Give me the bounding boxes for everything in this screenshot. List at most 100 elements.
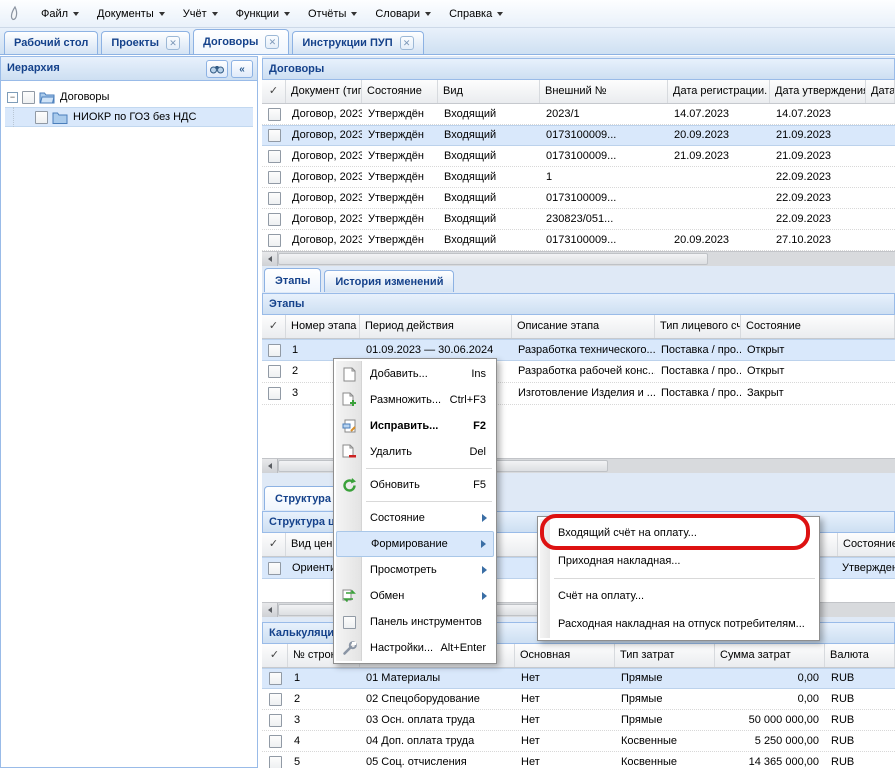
- submenu-item-outgoing-note[interactable]: Расходная накладная на отпуск потребител…: [540, 610, 817, 638]
- col-currency[interactable]: Валюта: [825, 644, 895, 667]
- row-checkbox[interactable]: [268, 562, 281, 575]
- scroll-left-icon[interactable]: [262, 252, 278, 266]
- col-cost-type[interactable]: Тип затрат: [615, 644, 715, 667]
- col-external-number[interactable]: Внешний №: [540, 80, 668, 103]
- menu-item-exchange[interactable]: Обмен: [336, 583, 494, 609]
- row-checkbox[interactable]: [268, 234, 281, 247]
- menu-item-toolbar[interactable]: Панель инструментов: [336, 609, 494, 635]
- tab-change-history[interactable]: История изменений: [324, 270, 454, 292]
- row-checkbox[interactable]: [269, 735, 282, 748]
- menu-help[interactable]: Справка: [440, 4, 512, 24]
- tree-node-child[interactable]: НИОКР по ГОЗ без НДС: [5, 107, 253, 127]
- table-row-selected[interactable]: 1 01 Материалы Нет Прямые 0,00 RUB: [262, 668, 895, 689]
- table-row[interactable]: Договор, 2023/... Утверждён Входящий 017…: [262, 230, 895, 251]
- col-state[interactable]: Состояние: [362, 80, 438, 103]
- table-row[interactable]: Договор, 2023/... Утверждён Входящий 017…: [262, 146, 895, 167]
- menu-item-settings[interactable]: Настройки... Alt+Enter: [336, 635, 494, 661]
- col-kind[interactable]: Вид: [438, 80, 540, 103]
- row-checkbox[interactable]: [269, 756, 282, 768]
- col-state[interactable]: Состояние: [741, 315, 895, 338]
- row-checkbox[interactable]: [269, 714, 282, 727]
- menu-item-add[interactable]: Добавить... Ins: [336, 361, 494, 387]
- submenu-arrow-icon: [482, 514, 487, 522]
- table-row[interactable]: Договор, 2023/... Утверждён Входящий 202…: [262, 104, 895, 125]
- scroll-thumb[interactable]: [278, 253, 708, 265]
- col-stage-number[interactable]: Номер этапа: [286, 315, 360, 338]
- scroll-left-icon[interactable]: [262, 459, 278, 473]
- row-checkbox[interactable]: [269, 672, 282, 685]
- scroll-left-icon[interactable]: [262, 603, 278, 617]
- submenu-item-invoice[interactable]: Счёт на оплату...: [540, 582, 817, 610]
- close-icon[interactable]: ✕: [166, 36, 180, 50]
- table-row[interactable]: Договор, 2023/... Утверждён Входящий 230…: [262, 209, 895, 230]
- dropdown-caret-icon: [497, 12, 503, 16]
- col-main[interactable]: Основная: [515, 644, 615, 667]
- tree-node-label: Договоры: [60, 91, 109, 103]
- table-row[interactable]: Договор, 2023/... Утверждён Входящий 017…: [262, 188, 895, 209]
- row-checkbox[interactable]: [268, 150, 281, 163]
- submenu-item-incoming-invoice[interactable]: Входящий счёт на оплату...: [540, 519, 817, 547]
- menu-documents[interactable]: Документы: [88, 4, 174, 24]
- col-account-type[interactable]: Тип лицевого счёт: [655, 315, 741, 338]
- tab-desktop[interactable]: Рабочий стол: [4, 31, 98, 54]
- search-button[interactable]: [206, 60, 228, 78]
- row-checkbox[interactable]: [268, 192, 281, 205]
- tab-instructions[interactable]: Инструкции ПУП✕: [292, 31, 423, 54]
- row-checkbox[interactable]: [268, 108, 281, 121]
- row-checkbox[interactable]: [268, 129, 281, 142]
- close-icon[interactable]: ✕: [400, 36, 414, 50]
- col-document[interactable]: Документ (тип, №: [286, 80, 362, 103]
- collapse-node-icon[interactable]: −: [7, 92, 18, 103]
- menu-functions[interactable]: Функции: [227, 4, 299, 24]
- check-column-header[interactable]: ✓: [262, 644, 288, 667]
- menu-accounting[interactable]: Учёт: [174, 4, 227, 24]
- contracts-panel-header: Договоры: [262, 58, 895, 80]
- row-checkbox[interactable]: [268, 171, 281, 184]
- check-column-header[interactable]: ✓: [262, 533, 286, 556]
- table-row[interactable]: 2 02 Спецоборудование Нет Прямые 0,00 RU…: [262, 689, 895, 710]
- contracts-hscrollbar[interactable]: [262, 251, 895, 266]
- collapse-panel-button[interactable]: «: [231, 60, 253, 78]
- menu-item-refresh[interactable]: Обновить F5: [336, 472, 494, 498]
- submenu-item-receipt-note[interactable]: Приходная накладная...: [540, 547, 817, 575]
- tab-contracts[interactable]: Договоры✕: [193, 29, 289, 54]
- check-column-header[interactable]: ✓: [262, 315, 286, 338]
- row-checkbox[interactable]: [268, 344, 281, 357]
- col-cost-sum[interactable]: Сумма затрат: [715, 644, 825, 667]
- col-registration-date[interactable]: Дата регистрации.: [668, 80, 770, 103]
- check-column-header[interactable]: ✓: [262, 80, 286, 103]
- tree-checkbox[interactable]: [22, 91, 35, 104]
- menu-dictionaries[interactable]: Словари: [366, 4, 440, 24]
- tab-stages[interactable]: Этапы: [264, 268, 321, 292]
- col-approval-date[interactable]: Дата утверждения: [770, 80, 866, 103]
- table-row[interactable]: 5 05 Соц. отчисления Нет Косвенные 14 36…: [262, 752, 895, 768]
- binoculars-icon: [210, 64, 224, 74]
- row-checkbox[interactable]: [269, 693, 282, 706]
- dropdown-caret-icon: [351, 12, 357, 16]
- menu-reports[interactable]: Отчёты: [299, 4, 366, 24]
- hierarchy-title: Иерархия: [7, 62, 60, 74]
- contracts-grid-header: ✓ Документ (тип, № Состояние Вид Внешний…: [262, 80, 895, 104]
- menu-file[interactable]: Файл: [32, 4, 88, 24]
- table-row[interactable]: 3 03 Осн. оплата труда Нет Прямые 50 000…: [262, 710, 895, 731]
- menu-item-edit[interactable]: Исправить... F2: [336, 413, 494, 439]
- table-row[interactable]: 4 04 Доп. оплата труда Нет Косвенные 5 2…: [262, 731, 895, 752]
- table-row[interactable]: Договор, 2023/... Утверждён Входящий 1 2…: [262, 167, 895, 188]
- row-checkbox[interactable]: [268, 213, 281, 226]
- menu-item-formation[interactable]: Формирование: [336, 531, 494, 557]
- col-stage-description[interactable]: Описание этапа: [512, 315, 655, 338]
- row-checkbox[interactable]: [268, 365, 281, 378]
- table-row-selected[interactable]: Договор, 2023/... Утверждён Входящий 017…: [262, 125, 895, 146]
- tab-projects[interactable]: Проекты✕: [101, 31, 190, 54]
- col-date[interactable]: Дата: [866, 80, 895, 103]
- row-checkbox[interactable]: [268, 387, 281, 400]
- close-icon[interactable]: ✕: [265, 35, 279, 49]
- menu-item-view[interactable]: Просмотреть: [336, 557, 494, 583]
- menu-item-state[interactable]: Состояние: [336, 505, 494, 531]
- col-period[interactable]: Период действия: [360, 315, 512, 338]
- col-state[interactable]: Состояние: [838, 533, 895, 556]
- menu-item-delete[interactable]: Удалить Del: [336, 439, 494, 465]
- menu-item-duplicate[interactable]: Размножить... Ctrl+F3: [336, 387, 494, 413]
- tree-checkbox[interactable]: [35, 111, 48, 124]
- tree-node-root[interactable]: − Договоры: [5, 87, 253, 107]
